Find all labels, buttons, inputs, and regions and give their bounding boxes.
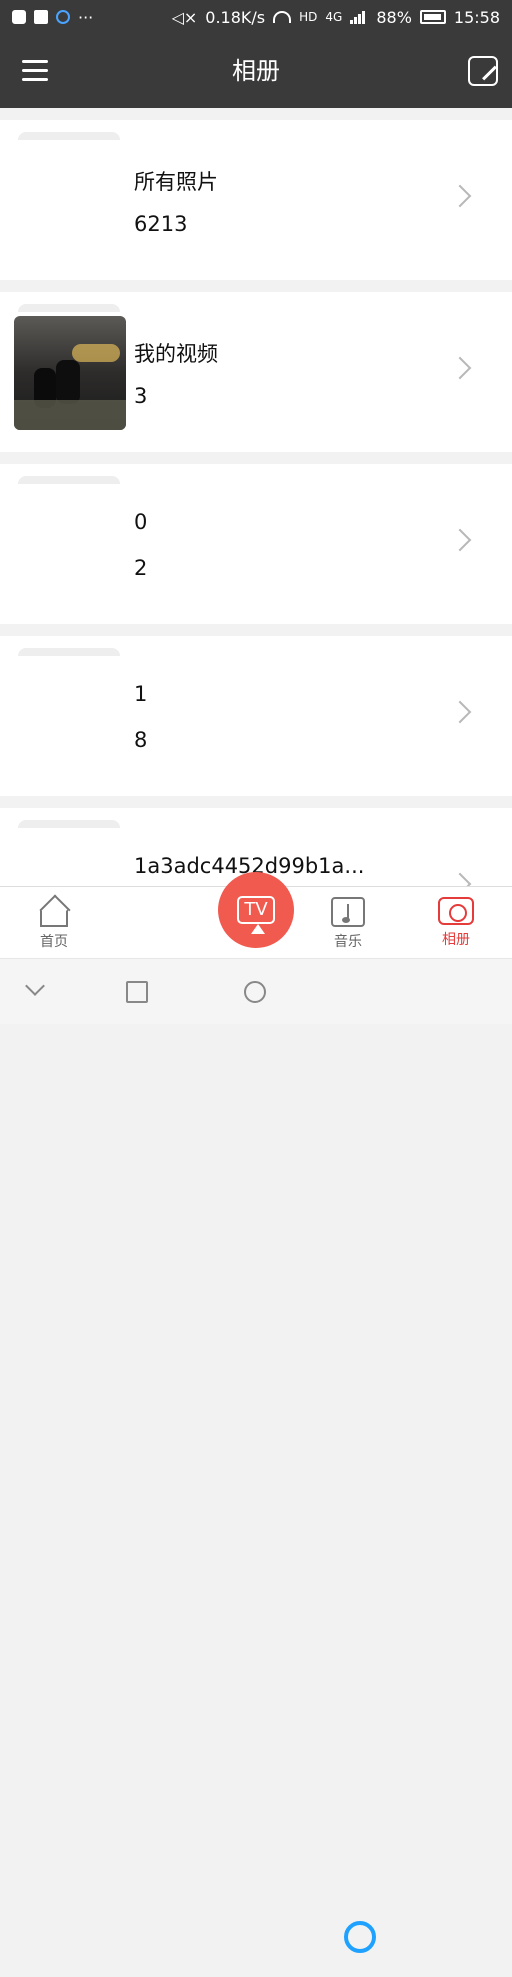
album-count: 8 [134,728,148,752]
album-count: 2 [134,556,148,580]
page-title: 相册 [232,57,280,85]
system-navigation-bar [0,958,512,1953]
album-name: 所有照片 [134,170,218,194]
more-indicator: ··· [78,7,94,27]
recents-icon[interactable] [126,981,148,1003]
nav-home-label: 首页 [40,934,68,950]
chevron-right-icon [448,356,472,380]
album-name: 0 [134,510,148,534]
album-row-0[interactable]: 0 2 [0,464,512,624]
nav-music-label: 音乐 [334,934,362,950]
signal-icon [350,10,368,24]
tv-icon: TV [237,896,275,934]
home-system-icon[interactable] [244,981,266,1003]
battery-percent: 88% [376,7,412,27]
nav-home[interactable]: 首页 [22,897,86,953]
status-bar: ··· ◁× 0.18K/s HD 4G 88% 15:58 [0,0,512,34]
album-thumbnail [14,660,126,774]
nav-album[interactable]: 相册 [424,897,488,953]
album-thumbnail-stack [18,476,120,484]
album-thumbnail-stack [18,304,120,312]
app-icon [12,10,26,24]
album-row-all-photos[interactable]: 所有照片 6213 [0,120,512,280]
sync-icon [56,10,70,24]
album-count: 3 [134,384,148,408]
status-right: ◁× 0.18K/s HD 4G 88% 15:58 [172,8,500,27]
album-thumbnail [14,832,126,886]
watermark-icon [344,1921,376,1953]
wifi-icon [273,11,292,23]
chevron-right-icon [448,184,472,208]
watermark-logo [344,1921,504,1977]
battery-icon [419,10,446,24]
album-name: 我的视频 [134,342,218,366]
mute-icon: ◁× [171,7,198,27]
music-icon [331,897,365,927]
album-thumbnail-stack [18,648,120,656]
album-thumbnail-stack [18,132,120,140]
status-left: ··· [12,8,93,27]
nav-album-label: 相册 [442,932,470,948]
chevron-right-icon [448,700,472,724]
top-app-bar: 相册 [0,34,512,108]
back-icon[interactable] [25,976,45,996]
album-thumbnail [14,316,126,430]
album-row-my-videos[interactable]: 我的视频 3 [0,292,512,452]
network-label: HD [299,10,318,24]
network-generation: 4G [325,10,343,24]
album-row-1[interactable]: 1 8 [0,636,512,796]
album-thumbnail-image [14,316,126,430]
album-thumbnail [14,488,126,602]
home-icon [40,909,68,927]
chevron-right-icon [448,872,472,886]
chevron-right-icon [448,528,472,552]
nav-music[interactable]: 音乐 [316,897,380,953]
album-thumbnail [14,144,126,258]
clock: 15:58 [453,7,500,27]
net-speed: 0.18K/s [205,7,266,27]
edit-icon[interactable] [468,56,498,86]
camera-icon [438,897,474,925]
album-thumbnail-stack [18,820,120,828]
message-icon [34,10,48,24]
album-count: 6213 [134,212,188,236]
tv-cast-button[interactable]: TV [218,872,294,948]
album-name: 1 [134,682,148,706]
album-list: 所有照片 6213 我的视频 3 0 2 1 8 1a3adc4452d99b1… [0,108,512,886]
